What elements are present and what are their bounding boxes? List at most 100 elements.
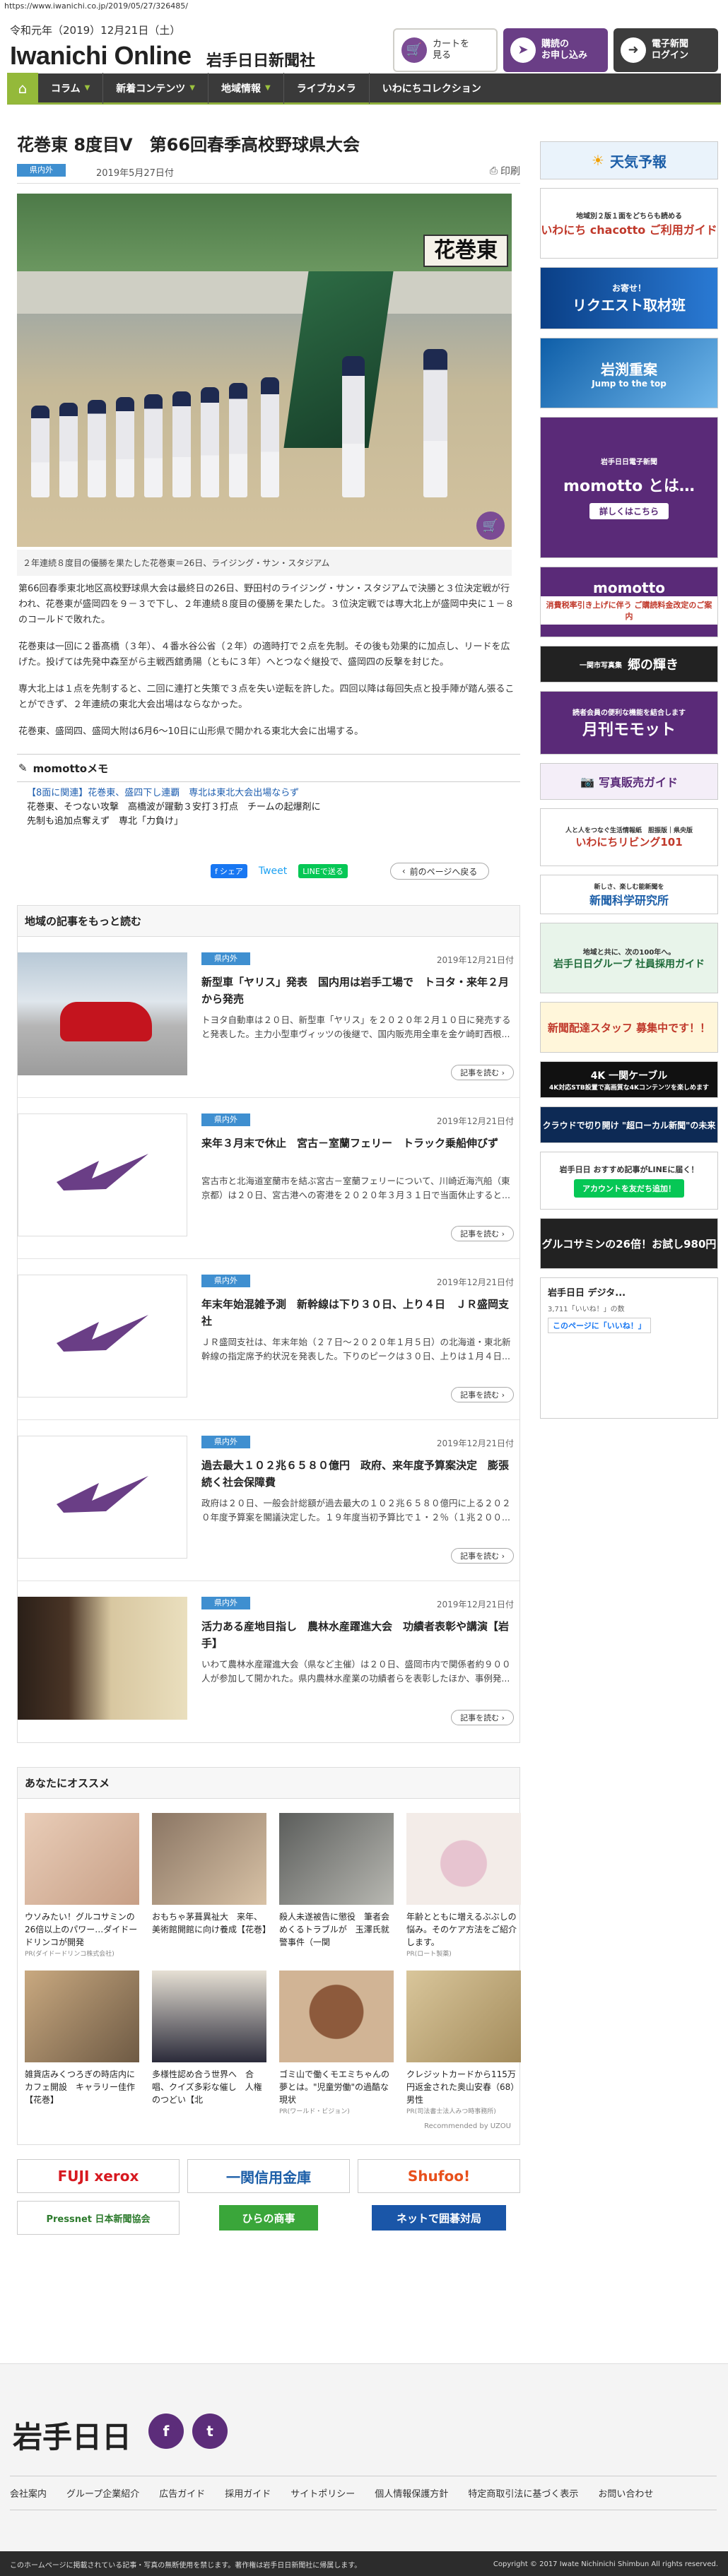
- category-tag[interactable]: 県内外: [201, 1597, 250, 1609]
- cloud-newspaper-banner[interactable]: クラウドで切り開け "超ローカル新聞"の未来: [540, 1106, 718, 1143]
- news-card[interactable]: 県内外 2019年12月21日付 年末年始混雑予測 新幹線は下り３０日、上り４日…: [18, 1259, 519, 1420]
- weather-banner[interactable]: ☀ 天気予報: [540, 141, 718, 179]
- header-date: 令和元年（2019）12月21日（土）: [10, 24, 181, 37]
- banner-fujixerox[interactable]: FUJI xerox: [17, 2159, 180, 2193]
- news-card[interactable]: 県内外 2019年12月21日付 来年３月末で休止 宮古－室蘭フェリー トラック…: [18, 1098, 519, 1259]
- category-tag[interactable]: 県内外: [17, 164, 66, 177]
- news-thumbnail[interactable]: [18, 1275, 187, 1398]
- living-101-banner[interactable]: 人と人をつなぐ生活情報紙 胆振版｜県央版 いわにちリビング101: [540, 808, 718, 866]
- read-more-button[interactable]: 記事を読む ›: [451, 1065, 514, 1080]
- read-more-button[interactable]: 記事を読む ›: [451, 1226, 514, 1241]
- iwanichi-bird-logo: [57, 1315, 148, 1352]
- category-tag[interactable]: 県内外: [201, 1113, 250, 1126]
- home-icon[interactable]: ⌂: [7, 72, 38, 104]
- news-card[interactable]: 県内外 2019年12月21日付 過去最大１０２兆６５８０億円 政府、来年度予算…: [18, 1420, 519, 1581]
- news-summary: いわて農林水産躍進大会（県など主催）は２０日、盛岡市内で関係者約９００人が参加し…: [201, 1659, 511, 1684]
- footer-link[interactable]: 採用ガイド: [225, 2486, 271, 2500]
- printer-icon: ⎙: [489, 165, 498, 177]
- nav-item-local-info[interactable]: 地域情報 ▼: [209, 72, 284, 104]
- memo-related-link[interactable]: 【8面に関連】花巻東、盛四下し連覇 専北は東北大会出場ならず: [27, 786, 510, 800]
- footer-logo[interactable]: 岩手日日: [13, 2413, 131, 2457]
- subscribe-button[interactable]: ➤ 購読の お申し込み: [503, 28, 608, 72]
- team-sign: 花巻東: [423, 235, 508, 267]
- news-thumbnail[interactable]: [18, 1436, 187, 1559]
- player-figure: [88, 400, 106, 497]
- footer-link[interactable]: 広告ガイド: [159, 2486, 205, 2500]
- recommend-item[interactable]: 雑貨店みくつろぎの時店内にカフェ開設 キャラリー佳作【花巻】: [25, 1971, 139, 2115]
- facebook-share-button[interactable]: f シェア: [211, 864, 247, 878]
- request-reporting-banner[interactable]: お寄せ！ リクエスト取材班: [540, 267, 718, 329]
- memo-line: 花巻東、そつない攻撃 高橋波が躍動３安打３打点 チームの起爆剤に: [27, 802, 321, 813]
- site-logo[interactable]: Iwanichi Online: [10, 41, 192, 71]
- 4k-cable-banner[interactable]: 4K 一関ケーブル 4K対応STB設置で高画質な4Kコンテンツを楽しめます: [540, 1061, 718, 1098]
- read-more-button[interactable]: 記事を読む ›: [451, 1548, 514, 1564]
- recommend-item[interactable]: 多様性認め合う世界へ 合唱、クイズ多彩な催し 人権のつどい【北: [152, 1971, 266, 2115]
- line-share-button[interactable]: LINEで送る: [298, 864, 348, 878]
- recommend-item[interactable]: クレジットカードから115万円返金された奥山安春（68）男性 PR(司法書士法人み…: [406, 1971, 521, 2115]
- banner-pressnet[interactable]: Pressnet 日本新聞協会: [17, 2201, 180, 2235]
- player-figure: [423, 349, 447, 497]
- recruit-guide-banner[interactable]: 地域と共に、次の100年へ。 岩手日日グループ 社員採用ガイド: [540, 923, 718, 993]
- news-card[interactable]: 県内外 2019年12月21日付 新型車「ヤリス」発表 国内用は岩手工場で トヨ…: [18, 937, 519, 1098]
- nav-item-live-camera[interactable]: ライブカメラ: [284, 72, 370, 104]
- tweet-button[interactable]: Tweet: [254, 864, 291, 878]
- banner-shufoo[interactable]: Shufoo!: [358, 2159, 520, 2193]
- momotto-intro-banner[interactable]: 岩手日日電子新聞 momotto とは… 詳しくはこちら: [540, 417, 718, 558]
- news-title[interactable]: 新型車「ヤリス」発表 国内用は岩手工場で トヨタ・来年２月から発売: [201, 974, 512, 1008]
- nav-item-collection[interactable]: いわにちコレクション: [370, 73, 494, 104]
- epaper-label: 電子新聞 ログイン: [652, 39, 689, 61]
- news-thumbnail[interactable]: [18, 952, 187, 1075]
- news-thumbnail[interactable]: [18, 1113, 187, 1236]
- recommend-item[interactable]: ゴミ山で働くモエミちゃんの夢とは。"児童労働"の過酷な現状 PR(ワールド・ビジョ…: [279, 1971, 394, 2115]
- momotto-price-notice[interactable]: momotto 消費税率引き上げに伴う ご購読料金改定のご案内: [540, 567, 718, 637]
- photo-book-banner[interactable]: 一関市写真集 郷の輝き: [540, 646, 718, 683]
- category-tag[interactable]: 県内外: [201, 1436, 250, 1448]
- read-more-button[interactable]: 記事を読む ›: [451, 1387, 514, 1402]
- recommend-title: ウソみたい！グルコサミンの26倍以上のパワー…ダイドードリンコが開発: [25, 1912, 138, 1947]
- banner-net-igo[interactable]: ネットで囲碁対局: [372, 2205, 506, 2231]
- news-title[interactable]: 年末年始混雑予測 新幹線は下り３０日、上り４日 ＪＲ盛岡支社: [201, 1296, 512, 1330]
- read-more-button[interactable]: 記事を読む ›: [451, 1710, 514, 1725]
- glucosamine-ad[interactable]: グルコサミンの26倍！お試し980円: [540, 1218, 718, 1269]
- recommend-item[interactable]: おもちゃ茅葺異祉大 来年、美術館開館に向け養成【花巻】: [152, 1813, 266, 1958]
- news-title[interactable]: 来年３月末で休止 宮古－室蘭フェリー トラック乗船伸びず: [201, 1135, 512, 1152]
- facebook-like-button[interactable]: このページに「いいね！」: [548, 1318, 651, 1333]
- news-thumbnail[interactable]: [18, 1597, 187, 1720]
- category-tag[interactable]: 県内外: [201, 1275, 250, 1287]
- recommend-title: 殺人未遂被告に懲役 筆者会めくるトラブルが 玉澤氏就警事件（一関: [279, 1912, 390, 1947]
- monthly-momotto-banner[interactable]: 読者会員の便利な機能を結合します 月刊モモット: [540, 691, 718, 755]
- footer-link[interactable]: サイトポリシー: [290, 2486, 355, 2500]
- banner-ichinoseki-shinkin[interactable]: 一関信用金庫: [187, 2159, 350, 2193]
- article-meta: 県内外 2019年5月27日付 ⎙ 印刷: [17, 164, 520, 184]
- nav-item-column[interactable]: コラム ▼: [38, 72, 104, 104]
- print-button[interactable]: ⎙ 印刷: [490, 164, 520, 178]
- newspaper-science-banner[interactable]: 新しさ、楽しむ能新聞を 新聞科学研究所: [540, 875, 718, 914]
- footer-link[interactable]: お問い合わせ: [598, 2486, 653, 2500]
- category-tag[interactable]: 県内外: [201, 952, 250, 965]
- nav-item-new-contents[interactable]: 新着コンテンツ ▼: [103, 72, 209, 104]
- epaper-login-button[interactable]: ➜ 電子新聞 ログイン: [613, 28, 718, 72]
- recommend-item[interactable]: ウソみたい！グルコサミンの26倍以上のパワー…ダイドードリンコが開発 PR(ダイド…: [25, 1813, 139, 1958]
- footer-link[interactable]: 特定商取引法に基づく表示: [468, 2486, 578, 2500]
- news-title[interactable]: 活力ある産地目指し 農林水産躍進大会 功績者表彰や講演【岩手】: [201, 1618, 512, 1652]
- news-card[interactable]: 県内外 2019年12月21日付 活力ある産地目指し 農林水産躍進大会 功績者表…: [18, 1581, 519, 1742]
- recommend-item[interactable]: 殺人未遂被告に懲役 筆者会めくるトラブルが 玉澤氏就警事件（一関: [279, 1813, 394, 1958]
- banner-hirano-shoji[interactable]: ひらの商事: [219, 2205, 318, 2231]
- facebook-icon[interactable]: f: [148, 2413, 184, 2449]
- cart-button[interactable]: 🛒 カートを 見る: [393, 28, 498, 72]
- pr-label: PR(ロート製薬): [406, 1951, 452, 1958]
- jump-to-top-banner[interactable]: 岩渕重案 Jump to the top: [540, 338, 718, 408]
- line-friend-banner[interactable]: 岩手日日 おすすめ記事がLINEに届く！ アカウントを友だち追加！: [540, 1152, 718, 1210]
- delivery-staff-banner[interactable]: 新聞配達スタッフ 募集中です！！: [540, 1002, 718, 1053]
- news-title[interactable]: 過去最大１０２兆６５８０億円 政府、来年度予算案決定 膨張続く社会保障費: [201, 1457, 512, 1491]
- twitter-icon[interactable]: t: [192, 2413, 228, 2449]
- back-button[interactable]: ‹ 前のページへ戻る: [389, 863, 490, 880]
- iwanichi-bird-logo: [57, 1476, 148, 1513]
- photo-cart-button[interactable]: 🛒: [476, 512, 505, 540]
- footer-link[interactable]: 会社案内: [10, 2486, 47, 2500]
- chacotto-banner[interactable]: 地域別２版１面をどちらも読める いわにち chacotto ご利用ガイド: [540, 188, 718, 259]
- photo-sales-banner[interactable]: 📷 写真販売ガイド: [540, 763, 718, 800]
- footer-link[interactable]: 個人情報保護方針: [375, 2486, 448, 2500]
- recommend-item[interactable]: 年齢とともに増えるぶぶしの悩み。そのケア方法をご紹介します。 PR(ロート製薬): [406, 1813, 521, 1958]
- footer-link[interactable]: グループ企業紹介: [66, 2486, 139, 2500]
